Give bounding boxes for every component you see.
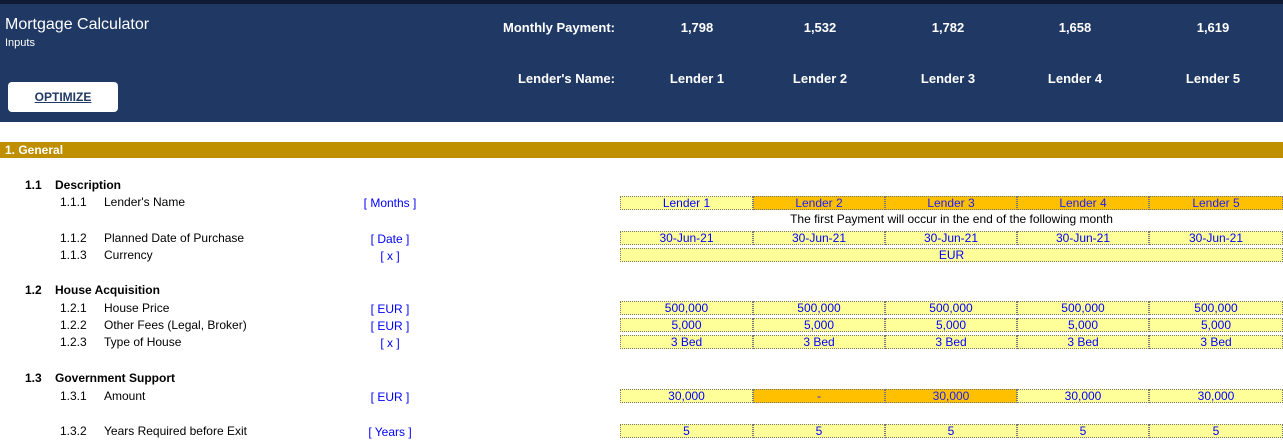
lender-name-cell-1[interactable]: Lender 1	[620, 196, 753, 210]
years-cell-4[interactable]: 5	[1017, 424, 1149, 438]
lenders-name-label: Lender's Name:	[517, 71, 615, 86]
optimize-button[interactable]: OPTIMIZE	[8, 82, 118, 112]
amount-cell-2[interactable]: -	[753, 389, 885, 403]
date-cell-1[interactable]: 30-Jun-21	[620, 231, 753, 245]
row-label-years-required: Years Required before Exit	[104, 424, 247, 438]
row-number: 1.1.1	[60, 195, 87, 209]
header-lender-2: Lender 2	[792, 71, 848, 86]
subsection-house-acquisition: 1.2 House Acquisition	[25, 283, 160, 297]
row-number: 1.2.3	[60, 335, 87, 349]
house-price-cell-3[interactable]: 500,000	[885, 301, 1017, 315]
subsection-description: 1.1 Description	[25, 178, 121, 192]
currency-cell[interactable]: EUR	[620, 248, 1283, 262]
date-cell-3[interactable]: 30-Jun-21	[885, 231, 1017, 245]
years-cell-1[interactable]: 5	[620, 424, 753, 438]
monthly-payment-1: 1,798	[680, 20, 714, 35]
unit-label: [ EUR ]	[370, 390, 410, 404]
row-number: 1.2.2	[60, 318, 87, 332]
lender-name-cell-4[interactable]: Lender 4	[1017, 196, 1149, 210]
amount-cell-5[interactable]: 30,000	[1149, 389, 1283, 403]
date-cell-5[interactable]: 30-Jun-21	[1149, 231, 1283, 245]
header-topline	[0, 0, 1283, 4]
subsection-government-support: 1.3 Government Support	[25, 371, 175, 385]
row-number: 1.3.2	[60, 424, 87, 438]
amount-cell-3[interactable]: 30,000	[885, 389, 1017, 403]
monthly-payment-5: 1,619	[1196, 20, 1230, 35]
monthly-payment-label: Monthly Payment:	[503, 20, 615, 35]
other-fees-cell-4[interactable]: 5,000	[1017, 318, 1149, 332]
subsection-title: House Acquisition	[55, 283, 160, 297]
app-title: Mortgage Calculator	[5, 16, 150, 33]
date-cell-4[interactable]: 30-Jun-21	[1017, 231, 1149, 245]
row-label-currency: Currency	[104, 248, 153, 262]
lender-name-cell-3[interactable]: Lender 3	[885, 196, 1017, 210]
monthly-payment-3: 1,782	[931, 20, 965, 35]
unit-label: [ Years ]	[368, 425, 412, 439]
house-price-cell-4[interactable]: 500,000	[1017, 301, 1149, 315]
header-bar: Mortgage Calculator Inputs OPTIMIZE Mont…	[0, 0, 1283, 122]
unit-label: [ x ]	[380, 336, 400, 350]
house-type-cell-3[interactable]: 3 Bed	[885, 335, 1017, 349]
payment-note: The first Payment will occur in the end …	[790, 212, 1113, 226]
unit-label: [ EUR ]	[370, 319, 410, 333]
house-price-cell-2[interactable]: 500,000	[753, 301, 885, 315]
row-number: 1.2.1	[60, 301, 87, 315]
subsection-number: 1.2	[25, 283, 42, 297]
unit-label: [ EUR ]	[370, 302, 410, 316]
header-lender-3: Lender 3	[920, 71, 976, 86]
header-lender-4: Lender 4	[1047, 71, 1103, 86]
house-type-cell-2[interactable]: 3 Bed	[753, 335, 885, 349]
amount-cell-1[interactable]: 30,000	[620, 389, 753, 403]
years-cell-2[interactable]: 5	[753, 424, 885, 438]
row-label-amount: Amount	[104, 389, 146, 403]
row-label-other-fees: Other Fees (Legal, Broker)	[104, 318, 247, 332]
years-cell-5[interactable]: 5	[1149, 424, 1283, 438]
header-lender-5: Lender 5	[1185, 71, 1241, 86]
subsection-title: Description	[55, 178, 122, 192]
section-general-bar: 1. General	[0, 142, 1283, 158]
monthly-payment-4: 1,658	[1058, 20, 1092, 35]
row-number: 1.3.1	[60, 389, 87, 403]
app-subtitle: Inputs	[5, 37, 35, 49]
lender-name-cell-2[interactable]: Lender 2	[753, 196, 885, 210]
house-type-cell-1[interactable]: 3 Bed	[620, 335, 753, 349]
header-lender-1: Lender 1	[669, 71, 725, 86]
subsection-number: 1.3	[25, 371, 42, 385]
subsection-number: 1.1	[25, 178, 42, 192]
row-number: 1.1.3	[60, 248, 87, 262]
row-label-planned-date: Planned Date of Purchase	[104, 231, 245, 245]
other-fees-cell-5[interactable]: 5,000	[1149, 318, 1283, 332]
unit-label: [ x ]	[380, 249, 400, 263]
house-price-cell-1[interactable]: 500,000	[620, 301, 753, 315]
amount-cell-4[interactable]: 30,000	[1017, 389, 1149, 403]
unit-label: [ Date ]	[370, 232, 410, 246]
subsection-title: Government Support	[55, 371, 176, 385]
years-cell-3[interactable]: 5	[885, 424, 1017, 438]
row-label-house-price: House Price	[104, 301, 170, 315]
other-fees-cell-2[interactable]: 5,000	[753, 318, 885, 332]
house-type-cell-4[interactable]: 3 Bed	[1017, 335, 1149, 349]
monthly-payment-2: 1,532	[803, 20, 837, 35]
date-cell-2[interactable]: 30-Jun-21	[753, 231, 885, 245]
row-number: 1.1.2	[60, 231, 87, 245]
row-label-lenders-name: Lender's Name	[104, 195, 185, 209]
house-price-cell-5[interactable]: 500,000	[1149, 301, 1283, 315]
other-fees-cell-3[interactable]: 5,000	[885, 318, 1017, 332]
optimize-button-label: OPTIMIZE	[34, 90, 92, 104]
lender-name-cell-5[interactable]: Lender 5	[1149, 196, 1283, 210]
unit-label: [ Months ]	[363, 196, 417, 210]
other-fees-cell-1[interactable]: 5,000	[620, 318, 753, 332]
row-label-type-of-house: Type of House	[104, 335, 182, 349]
house-type-cell-5[interactable]: 3 Bed	[1149, 335, 1283, 349]
